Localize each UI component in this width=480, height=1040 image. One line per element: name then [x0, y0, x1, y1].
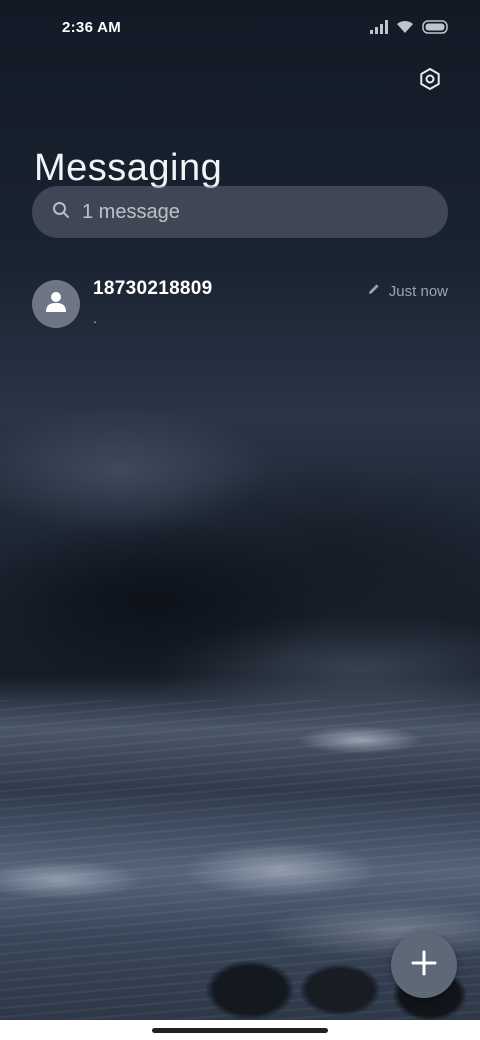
page-title: Messaging — [34, 147, 223, 190]
system-icons — [370, 20, 450, 39]
new-message-button[interactable] — [391, 932, 457, 998]
person-icon — [45, 290, 67, 319]
home-indicator[interactable] — [152, 1028, 328, 1033]
signal-icon — [370, 20, 388, 39]
conversation-preview: . — [93, 310, 97, 326]
plus-icon — [410, 949, 438, 982]
conversation-item[interactable]: 18730218809 . Just now — [0, 270, 480, 340]
pencil-icon — [367, 282, 381, 301]
search-placeholder: 1 message — [82, 200, 180, 223]
conversation-sender: 18730218809 — [93, 278, 213, 299]
gear-icon — [418, 67, 442, 96]
conversation-time: Just now — [388, 283, 448, 300]
search-bar[interactable]: 1 message — [32, 186, 448, 238]
status-time: 2:36 AM — [62, 19, 122, 36]
settings-button[interactable] — [415, 66, 445, 96]
wifi-icon — [396, 20, 414, 39]
status-bar: 2:36 AM — [0, 0, 480, 56]
navigation-bar — [0, 1020, 480, 1040]
conversation-meta: Just now — [367, 282, 448, 301]
battery-icon — [422, 20, 450, 39]
search-icon — [52, 201, 70, 224]
avatar — [32, 280, 80, 328]
